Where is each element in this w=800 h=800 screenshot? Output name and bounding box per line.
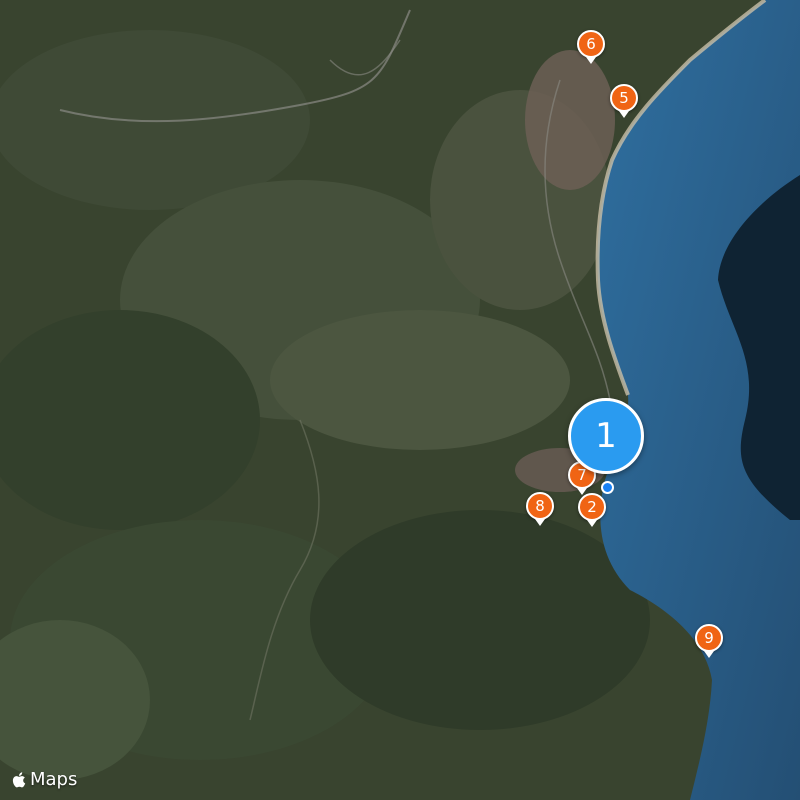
- maps-label: Maps: [30, 769, 78, 790]
- apple-icon: [12, 771, 26, 787]
- marker-cluster[interactable]: 1: [568, 398, 644, 474]
- map-marker-5[interactable]: 5: [610, 84, 638, 118]
- satellite-map[interactable]: 6 5 7 2 8 9 1 Maps: [0, 0, 800, 800]
- map-marker-6[interactable]: 6: [577, 30, 605, 64]
- current-location-dot: [601, 481, 614, 494]
- map-marker-2[interactable]: 2: [578, 493, 606, 527]
- map-marker-9[interactable]: 9: [695, 624, 723, 658]
- satellite-imagery: [0, 0, 800, 800]
- maps-attribution: Maps: [12, 769, 77, 790]
- map-marker-8[interactable]: 8: [526, 492, 554, 526]
